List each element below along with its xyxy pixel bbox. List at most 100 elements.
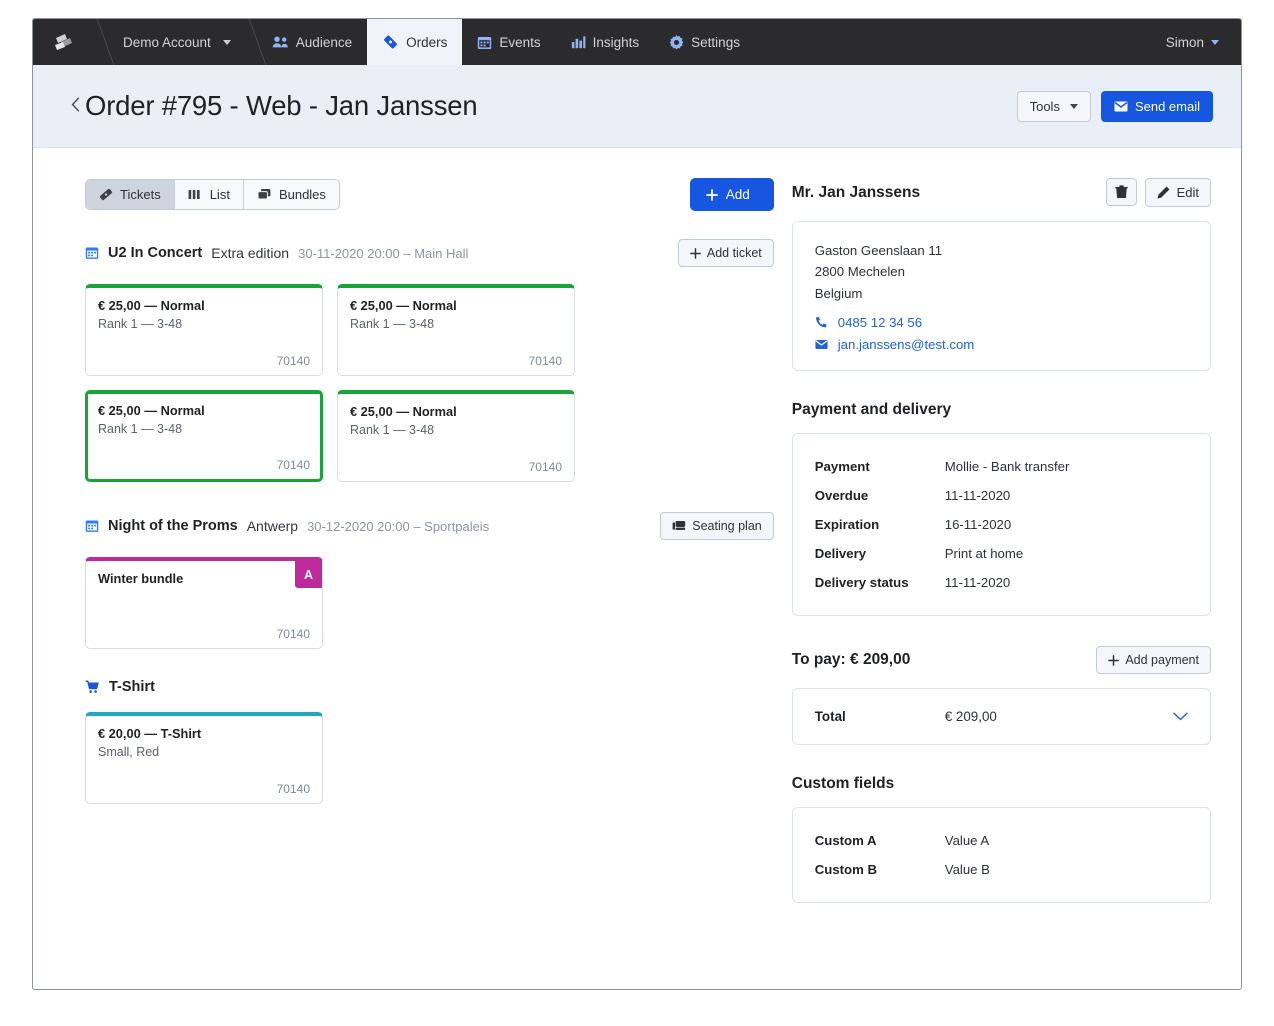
nav-item-events[interactable]: Events (462, 19, 555, 65)
address-line: Belgium (814, 285, 863, 301)
ticket-seat: Rank 1 — 3-48 (98, 317, 183, 331)
page-header: Order #795 - Web - Jan Janssen Tools Sen… (33, 65, 1241, 148)
order-items-column: Tickets List Bundles Add U2 In Concert E… (33, 178, 792, 988)
nav-user-label: Simon (1165, 34, 1204, 50)
custom-field-value: Value A (944, 833, 990, 849)
delete-customer-button[interactable] (1105, 178, 1137, 206)
page-body: Tickets List Bundles Add U2 In Concert E… (33, 148, 1241, 988)
totals-panel: Total € 209,00 (791, 688, 1211, 746)
customer-email-link[interactable]: jan.janssens@test.com (815, 337, 1188, 352)
nav-item-settings[interactable]: Settings (654, 19, 755, 65)
bar-chart-icon (571, 35, 586, 49)
tab-label: Tickets (120, 187, 161, 202)
customer-header: Mr. Jan Janssens Edit (792, 178, 1211, 207)
top-navigation-bar: Demo Account Audience Orders Events Insi… (33, 19, 1241, 65)
group-action-wrapper: Add ticket (677, 239, 774, 267)
custom-fields-panel: Custom A Value A Custom B Value B (791, 807, 1211, 904)
tab-tickets[interactable]: Tickets (86, 180, 175, 209)
calendar-icon (85, 247, 99, 259)
ticket-card-selected[interactable]: € 25,00 — Normal Rank 1 — 3-48 70140 (85, 390, 323, 482)
plus-icon (705, 188, 718, 201)
nav-item-label: Orders (406, 34, 448, 50)
nav-user-menu[interactable]: Simon (1166, 19, 1241, 65)
product-price-name: € 20,00 — T-Shirt (98, 726, 202, 741)
payment-row-label: Expiration (814, 517, 880, 533)
edit-customer-label: Edit (1176, 185, 1199, 200)
bundle-card[interactable]: A Winter bundle 70140 (85, 557, 323, 649)
bundle-name: Winter bundle (98, 571, 184, 586)
event-datetime-venue: 30-12-2020 20:00 – Sportpaleis (307, 518, 490, 534)
customer-phone: 0485 12 34 56 (837, 315, 923, 331)
seating-plan-button[interactable]: Seating plan (660, 512, 774, 540)
pencil-icon (1157, 186, 1170, 199)
tab-list[interactable]: List (174, 180, 244, 209)
product-title: T-Shirt (109, 679, 155, 695)
view-mode-tabs: Tickets List Bundles (85, 179, 340, 210)
custom-field-label: Custom B (814, 862, 878, 878)
back-button[interactable] (33, 97, 80, 116)
gear-icon (669, 34, 684, 50)
add-button-label: Add (725, 187, 750, 202)
nav-account-label: Demo Account (123, 34, 211, 50)
payment-row: Expiration 16-11-2020 (815, 510, 1188, 539)
add-ticket-button[interactable]: Add ticket (677, 239, 774, 267)
trash-icon (1114, 185, 1128, 198)
event-title: Night of the Proms (108, 518, 238, 534)
ticket-card[interactable]: € 25,00 — Normal Rank 1 — 3-48 70140 (85, 284, 323, 376)
ticket-seat: Rank 1 — 3-48 (350, 317, 435, 331)
payment-row-label: Delivery status (814, 575, 909, 591)
payment-details-panel: Payment Mollie - Bank transfer Overdue 1… (791, 433, 1211, 617)
payment-row-label: Overdue (814, 488, 869, 504)
page-title: Order #795 - Web - Jan Janssen (85, 90, 478, 121)
ticketmatic-logo-icon (55, 34, 72, 50)
ticket-seat: Rank 1 — 3-48 (98, 422, 183, 436)
event-title: U2 In Concert (108, 245, 203, 261)
payment-row-value: 16-11-2020 (944, 517, 1012, 533)
total-row[interactable]: Total € 209,00 (815, 709, 1188, 724)
payment-row-label: Delivery (814, 546, 867, 562)
product-card[interactable]: € 20,00 — T-Shirt Small, Red 70140 (85, 712, 323, 804)
tab-bundles[interactable]: Bundles (243, 180, 339, 209)
nav-item-insights[interactable]: Insights (556, 19, 655, 65)
customer-phone-link[interactable]: 0485 12 34 56 (815, 315, 1188, 330)
add-payment-button[interactable]: Add payment (1096, 646, 1211, 675)
customer-email: jan.janssens@test.com (837, 337, 975, 353)
app-logo[interactable] (33, 19, 89, 65)
product-group-header-tshirt: T-Shirt (85, 679, 774, 695)
ticket-seat: Rank 1 — 3-48 (350, 423, 435, 437)
page-header-actions: Tools Send email (1016, 90, 1213, 122)
expand-totals-button[interactable] (1173, 709, 1188, 724)
nav-divider-2 (241, 19, 257, 65)
payment-row-value: Mollie - Bank transfer (944, 459, 1070, 475)
event-subtitle: Antwerp (246, 518, 299, 534)
ticket-price-type: € 25,00 — Normal (350, 298, 457, 313)
nav-item-orders[interactable]: Orders (367, 19, 463, 65)
nav-account-switcher[interactable]: Demo Account (105, 19, 241, 65)
payment-row-label: Payment (814, 459, 870, 475)
customer-actions: Edit (1105, 178, 1211, 207)
customer-name: Mr. Jan Janssens (791, 183, 921, 201)
ticket-code: 70140 (276, 458, 310, 472)
envelope-icon (815, 340, 828, 350)
caret-down-icon (1211, 39, 1219, 45)
send-email-button[interactable]: Send email (1100, 90, 1213, 122)
ticket-card[interactable]: € 25,00 — Normal Rank 1 — 3-48 70140 (337, 284, 575, 376)
list-bars-icon (188, 190, 200, 199)
ticket-price-type: € 25,00 — Normal (350, 404, 457, 419)
nav-item-audience[interactable]: Audience (257, 19, 367, 65)
nav-item-label: Audience (295, 34, 353, 50)
ticket-card[interactable]: € 25,00 — Normal Rank 1 — 3-48 70140 (337, 390, 575, 482)
tab-label: Bundles (278, 187, 326, 202)
edit-customer-button[interactable]: Edit (1144, 178, 1211, 207)
chevron-left-icon (71, 97, 80, 111)
ticket-code: 70140 (276, 354, 310, 368)
ticket-card-list-u2: € 25,00 — Normal Rank 1 — 3-48 70140 € 2… (85, 284, 774, 482)
payment-row: Delivery status 11-11-2020 (815, 568, 1188, 597)
payment-row: Payment Mollie - Bank transfer (815, 452, 1188, 481)
add-button[interactable]: Add (689, 178, 774, 211)
ticket-price-type: € 25,00 — Normal (98, 403, 205, 418)
tools-button[interactable]: Tools (1016, 90, 1091, 122)
total-label: Total (814, 709, 846, 725)
address-line: 2800 Mechelen (814, 264, 905, 280)
phone-icon (815, 316, 827, 328)
